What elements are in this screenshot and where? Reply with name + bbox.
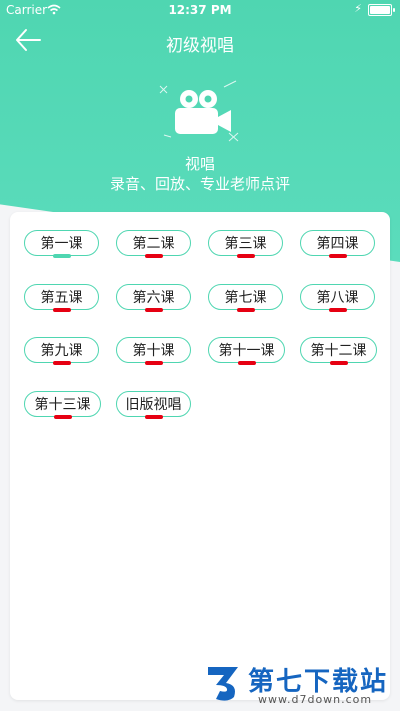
- lesson-11-button[interactable]: 第十一课: [208, 337, 285, 365]
- lesson-label: 第八课: [316, 290, 359, 306]
- lesson-label: 第十二课: [310, 343, 367, 359]
- lesson-indicator: [53, 415, 72, 419]
- lesson-label: 第六课: [132, 290, 175, 306]
- lesson-6-button[interactable]: 第六课: [116, 284, 191, 312]
- lesson-label: 第五课: [40, 290, 83, 306]
- lesson-label: 第十三课: [34, 397, 91, 413]
- hero-subtitle: 录音、回放、专业老师点评: [109, 175, 290, 193]
- lesson-13-button[interactable]: 第十三课: [24, 391, 101, 419]
- lesson-label: 第二课: [132, 236, 175, 252]
- lesson-indicator: [52, 254, 71, 258]
- lesson-card: 第一课 第二课 第三课 第四课 第五课 第六课 第七课 第八课 第九课 第十课 …: [10, 212, 390, 700]
- watermark: 第七下载站 www.d7down.com: [200, 661, 390, 707]
- page-title: 初级视唱: [166, 36, 234, 56]
- lesson-3-button[interactable]: 第三课: [208, 230, 283, 258]
- legacy-sight-singing-button[interactable]: 旧版视唱: [116, 391, 191, 419]
- lesson-label: 第一课: [40, 236, 83, 252]
- lesson-indicator: [237, 361, 256, 365]
- lesson-indicator: [144, 361, 163, 365]
- lesson-indicator: [52, 308, 71, 312]
- lesson-label: 第十一课: [218, 343, 275, 359]
- lesson-indicator: [144, 308, 163, 312]
- lesson-indicator: [236, 254, 255, 258]
- charging-icon: ⚡: [354, 2, 362, 15]
- battery-icon: [368, 4, 395, 16]
- lesson-indicator: [236, 308, 255, 312]
- lesson-label: 第七课: [224, 290, 267, 306]
- lesson-indicator: [144, 415, 163, 419]
- hero-title: 视唱: [184, 155, 215, 173]
- lesson-5-button[interactable]: 第五课: [24, 284, 99, 312]
- lesson-label: 旧版视唱: [125, 397, 182, 413]
- lesson-indicator: [52, 361, 71, 365]
- lesson-indicator: [144, 254, 163, 258]
- lesson-2-button[interactable]: 第二课: [116, 230, 191, 258]
- lesson-label: 第三课: [224, 236, 267, 252]
- lesson-label: 第四课: [316, 236, 359, 252]
- lesson-4-button[interactable]: 第四课: [300, 230, 375, 258]
- lesson-1-button[interactable]: 第一课: [24, 230, 99, 258]
- lesson-8-button[interactable]: 第八课: [300, 284, 375, 312]
- lesson-label: 第九课: [40, 343, 83, 359]
- site-logo-icon: [208, 667, 238, 701]
- lesson-indicator: [328, 308, 347, 312]
- status-bar: Carrier 12:37 PM ⚡: [0, 0, 400, 20]
- lesson-10-button[interactable]: 第十课: [116, 337, 191, 365]
- lesson-label: 第十课: [132, 343, 175, 359]
- lesson-12-button[interactable]: 第十二课: [300, 337, 377, 365]
- lesson-7-button[interactable]: 第七课: [208, 284, 283, 312]
- status-time: 12:37 PM: [168, 3, 232, 17]
- lesson-indicator: [329, 361, 348, 365]
- video-camera-icon: [159, 80, 239, 142]
- lesson-9-button[interactable]: 第九课: [24, 337, 99, 365]
- watermark-url: www.d7down.com: [258, 693, 373, 706]
- lesson-indicator: [328, 254, 347, 258]
